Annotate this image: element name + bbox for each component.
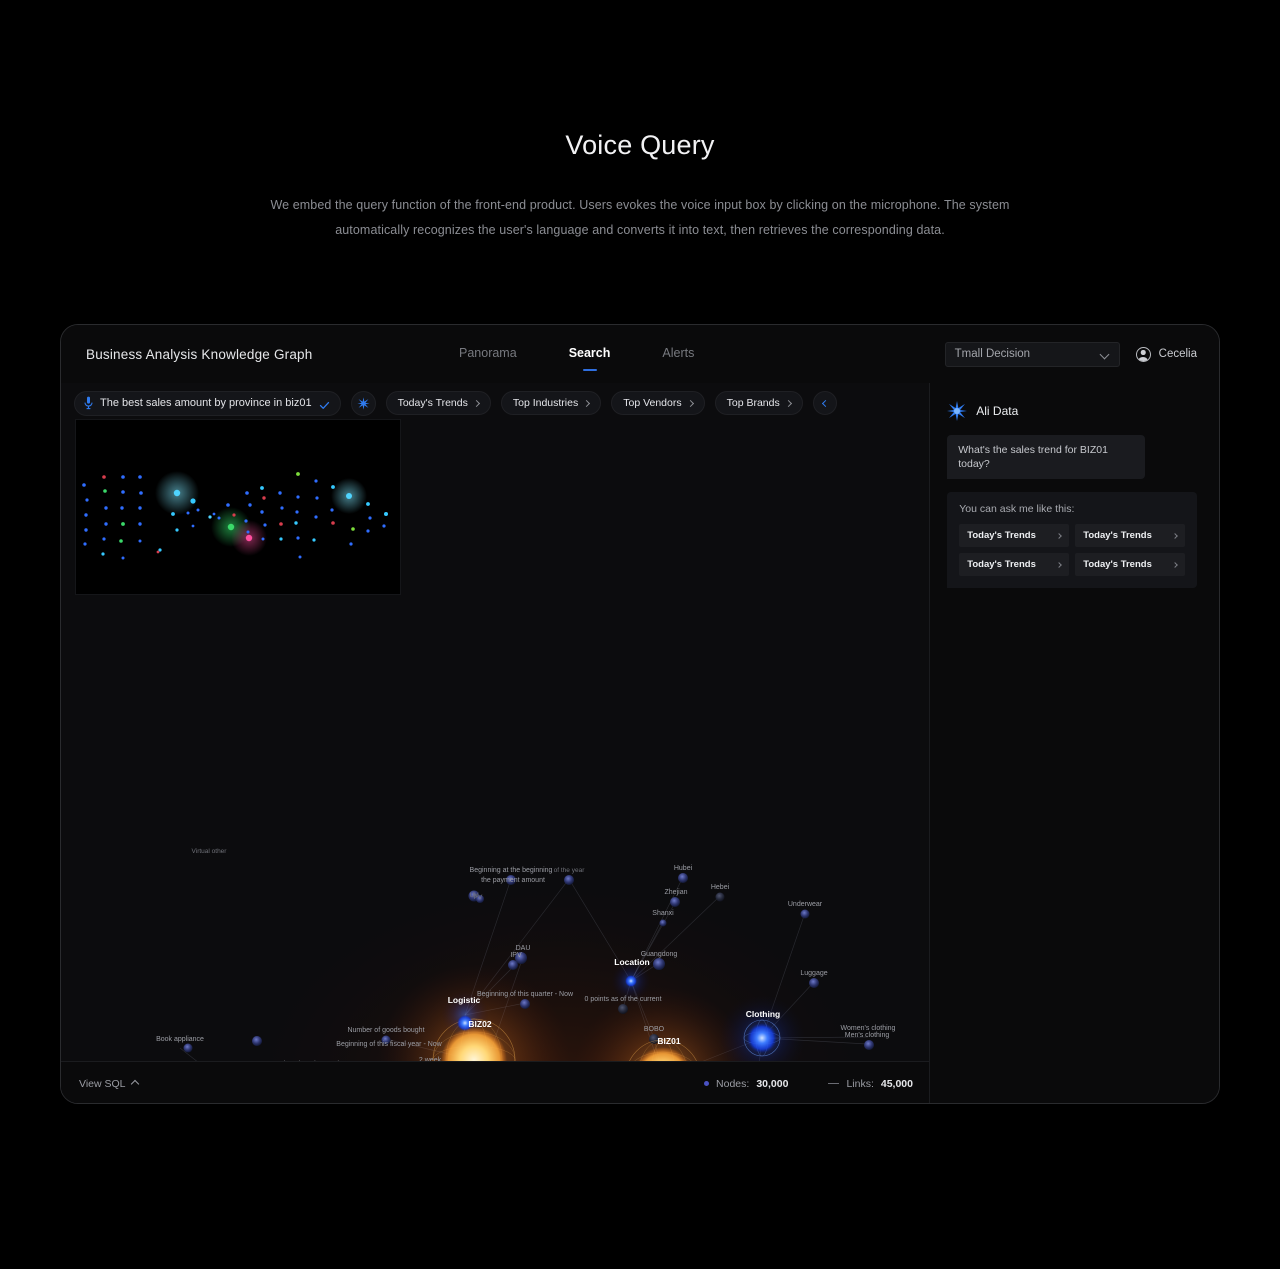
suggestion-label: Today's Trends: [1083, 530, 1152, 541]
chevron-right-icon: [472, 399, 480, 407]
chip-label: Top Brands: [726, 397, 780, 409]
chevron-right-icon: [1172, 532, 1179, 539]
assistant-message-text: What's the sales trend for BIZ01 today?: [958, 444, 1108, 470]
suggestion-button-2[interactable]: Today's Trends: [1075, 524, 1186, 547]
app-window: Business Analysis Knowledge Graph Panora…: [60, 324, 1220, 1104]
graph-hub-location: [625, 975, 637, 987]
star-burst-icon: [356, 396, 370, 410]
search-toolbar: The best sales amount by province in biz…: [61, 383, 929, 423]
chip-top-brands[interactable]: Top Brands: [714, 391, 803, 415]
workspace-select-value: Tmall Decision: [954, 348, 1031, 360]
nodes-value: 30,000: [756, 1077, 789, 1090]
link-line-icon: [828, 1083, 840, 1084]
chevron-left-icon: [822, 399, 830, 407]
suggestion-button-1[interactable]: Today's Trends: [959, 524, 1070, 547]
chip-top-vendors[interactable]: Top Vendors: [611, 391, 705, 415]
chevron-right-icon: [686, 399, 694, 407]
chip-label: Today's Trends: [397, 397, 468, 409]
voice-search-bar[interactable]: The best sales amount by province in biz…: [74, 390, 341, 416]
page-title: Voice Query: [565, 130, 715, 160]
suggestions-grid: Today's Trends Today's Trends Today's Tr…: [959, 524, 1186, 576]
chip-top-industries[interactable]: Top Industries: [500, 391, 602, 415]
microphone-icon[interactable]: [84, 396, 93, 410]
workspace-select[interactable]: Tmall Decision: [944, 341, 1120, 367]
assistant-name: Ali Data: [976, 404, 1019, 418]
search-input[interactable]: The best sales amount by province in biz…: [100, 397, 312, 409]
graph-pane[interactable]: BIZ02 BIZ01 Local life Clothing Vendor B…: [61, 383, 931, 1103]
user-name: Cecelia: [1158, 348, 1197, 360]
nodes-label: Nodes:: [716, 1077, 750, 1090]
assistant-message-bubble: What's the sales trend for BIZ01 today?: [947, 435, 1146, 479]
chevron-right-icon: [1056, 561, 1063, 568]
chevron-up-icon: [130, 1079, 139, 1088]
ali-data-star-icon: [947, 401, 968, 421]
tab-panorama[interactable]: Panorama: [459, 346, 517, 363]
assistant-panel: Ali Data What's the sales trend for BIZ0…: [930, 383, 1219, 1103]
chip-label: Top Vendors: [623, 397, 682, 409]
tab-search[interactable]: Search: [569, 346, 611, 363]
page-description: We embed the query function of the front…: [270, 198, 1010, 237]
assistant-suggestions: You can ask me like this: Today's Trends…: [947, 492, 1198, 588]
topbar-right-group: Tmall Decision Cecelia: [944, 341, 1197, 367]
links-count: Links: 45,000: [828, 1078, 913, 1090]
suggestions-title: You can ask me like this:: [959, 503, 1075, 515]
view-sql-button[interactable]: View SQL: [79, 1077, 139, 1090]
links-label: Links:: [846, 1077, 874, 1090]
confirm-check-icon[interactable]: [319, 398, 330, 409]
voice-listening-panel: I'm listening...: [75, 419, 401, 595]
suggestion-button-3[interactable]: Today's Trends: [959, 553, 1070, 576]
app-topbar: Business Analysis Knowledge Graph Panora…: [61, 325, 1219, 383]
app-brand-title: Business Analysis Knowledge Graph: [86, 346, 313, 362]
suggestion-label: Today's Trends: [967, 530, 1036, 541]
suggestion-label: Today's Trends: [967, 559, 1036, 570]
graph-counts: Nodes: 30,000 Links: 45,000: [704, 1078, 913, 1090]
chevron-right-icon: [583, 399, 591, 407]
links-value: 45,000: [880, 1077, 913, 1090]
app-body: BIZ02 BIZ01 Local life Clothing Vendor B…: [61, 383, 1219, 1103]
suggestion-label: Today's Trends: [1083, 559, 1152, 570]
suggestion-button-4[interactable]: Today's Trends: [1075, 553, 1186, 576]
tab-alerts[interactable]: Alerts: [662, 346, 694, 363]
chevron-right-icon: [1056, 532, 1063, 539]
graph-status-bar: View SQL Nodes: 30,000 Links: 45,000: [61, 1061, 930, 1103]
assistant-header: Ali Data: [930, 383, 1219, 421]
ai-assistant-button[interactable]: [350, 390, 376, 416]
chevron-right-icon: [784, 399, 792, 407]
graph-hub-clothing: [743, 1019, 781, 1057]
chevron-right-icon: [1172, 561, 1179, 568]
voice-waveform-visualizer: [76, 420, 400, 594]
page-header: Voice Query We embed the query function …: [0, 0, 1280, 243]
avatar: [1135, 346, 1151, 362]
graph-hub-logistic: [457, 1015, 473, 1031]
collapse-chips-button[interactable]: [812, 391, 837, 415]
main-nav: Panorama Search Alerts: [459, 346, 694, 363]
user-menu[interactable]: Cecelia: [1135, 346, 1197, 362]
node-dot-icon: [704, 1081, 710, 1086]
chip-label: Top Industries: [512, 397, 579, 409]
chip-todays-trends[interactable]: Today's Trends: [385, 391, 491, 415]
chevron-down-icon: [1101, 350, 1110, 359]
view-sql-label: View SQL: [79, 1077, 126, 1090]
nodes-count: Nodes: 30,000: [704, 1078, 788, 1090]
